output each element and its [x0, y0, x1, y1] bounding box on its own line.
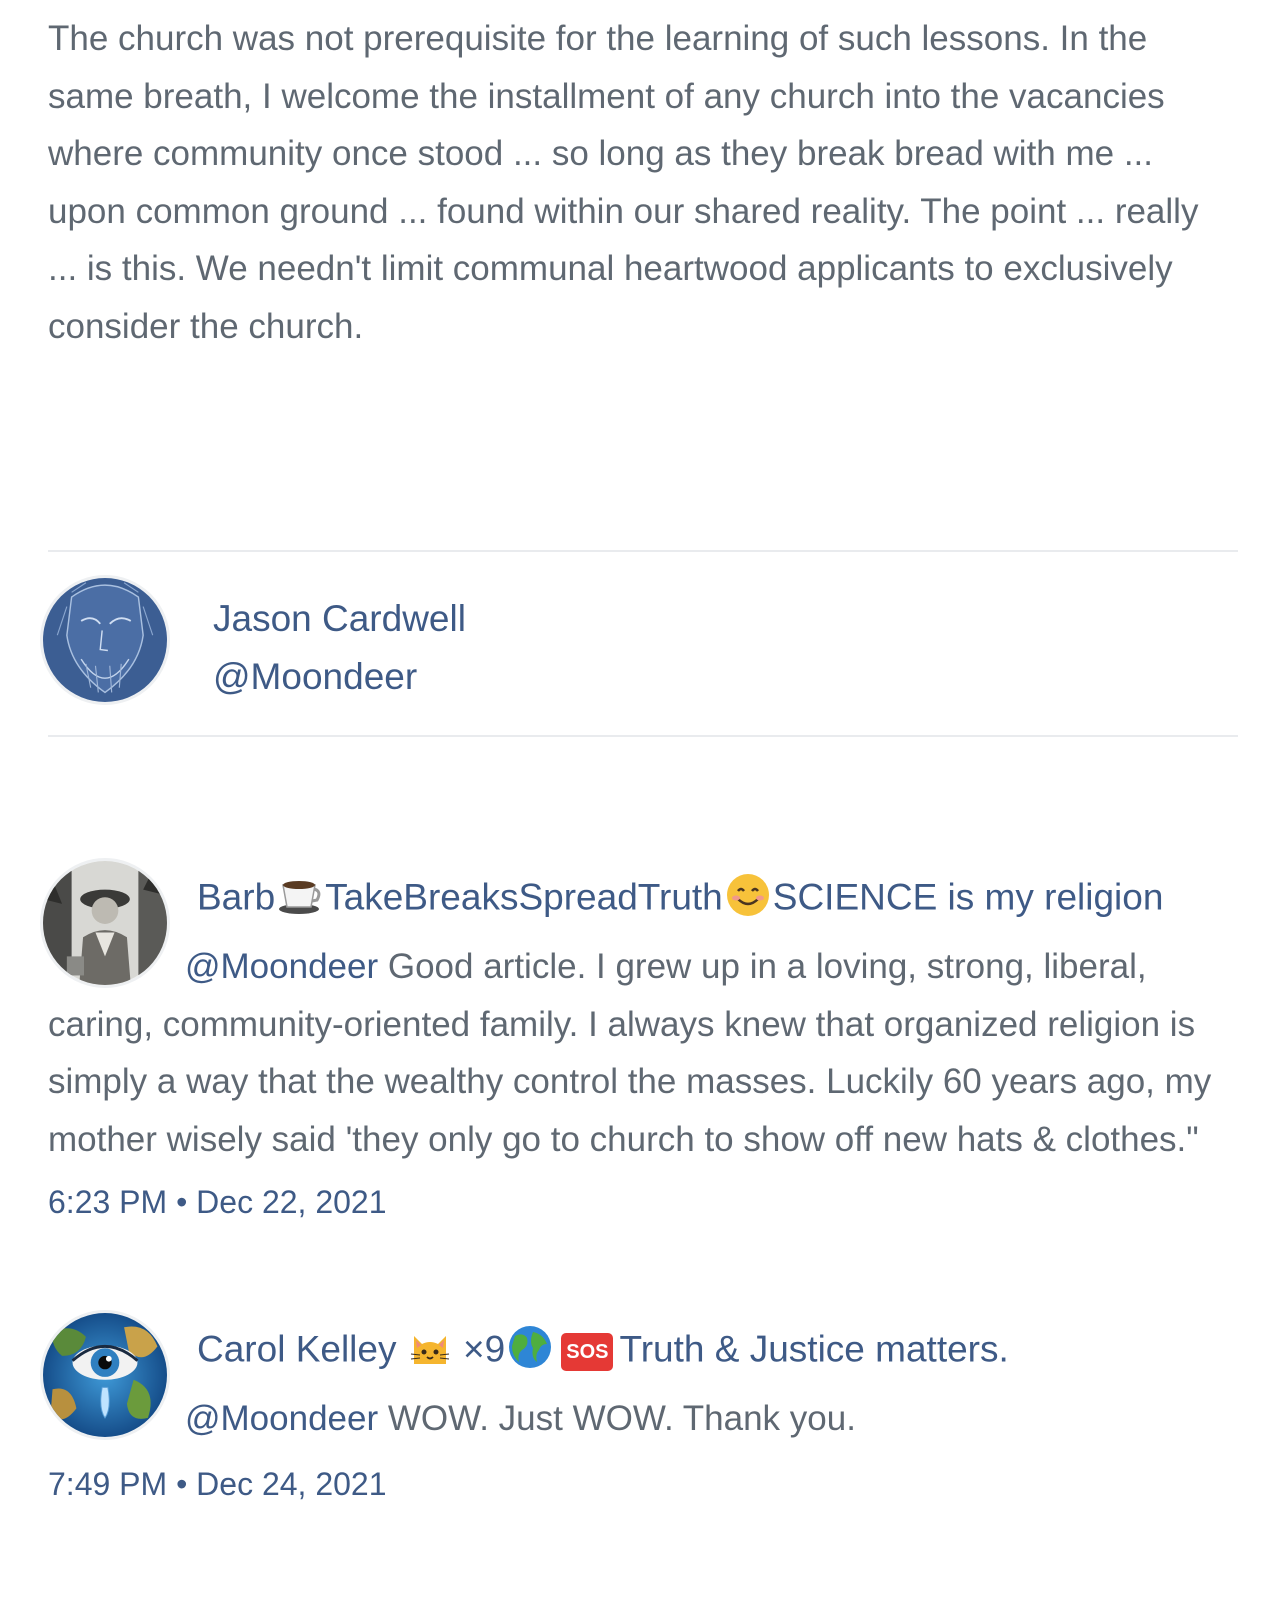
author-name[interactable]: Jason Cardwell: [213, 598, 466, 640]
comment-timestamp[interactable]: 6:23 PM • Dec 22, 2021: [48, 1184, 387, 1221]
divider: [48, 550, 1238, 552]
comment-body: @Moondeer WOW. Just WOW. Thank you.: [48, 1390, 1228, 1448]
commenter-name-part: Barb: [197, 876, 276, 918]
separator-dot: •: [176, 1184, 188, 1220]
author-card[interactable]: Jason Cardwell @Moondeer: [40, 563, 1238, 750]
comment-timestamp[interactable]: 7:49 PM • Dec 24, 2021: [48, 1466, 387, 1503]
commenter-name-part: TakeBreaksSpreadTruth: [325, 876, 723, 918]
divider: [48, 735, 1238, 737]
commenter-name[interactable]: Barb TakeBreaksSpreadTruth SCIENCE is my r…: [197, 872, 1163, 927]
commenter-name-part: Carol Kelley: [197, 1328, 397, 1370]
smiling-face-icon: [725, 872, 771, 927]
mention-link[interactable]: @Moondeer: [185, 947, 378, 986]
commenter-name-part: SCIENCE is my religion: [772, 876, 1164, 918]
sketched-face-avatar-icon: [43, 578, 167, 702]
globe-icon: [507, 1324, 553, 1379]
comment-body: @Moondeer Good article. I grew up in a l…: [48, 938, 1228, 1168]
commenter-name[interactable]: Carol Kelley ×9 SOS Truth & Justice matter…: [197, 1324, 1009, 1379]
comment-time: 6:23 PM: [48, 1184, 168, 1220]
separator-dot: •: [176, 1466, 188, 1502]
author-avatar[interactable]: [40, 575, 170, 705]
comment-date: Dec 22, 2021: [196, 1184, 387, 1220]
commenter-name-part: ×9: [463, 1328, 506, 1370]
commenter-name-part: Truth & Justice matters.: [619, 1328, 1009, 1370]
sos-icon: SOS: [561, 1332, 614, 1371]
comment-date: Dec 24, 2021: [196, 1466, 387, 1502]
article-text: The church was not prerequisite for the …: [48, 19, 1199, 346]
author-handle[interactable]: @Moondeer: [213, 656, 417, 698]
mention-link[interactable]: @Moondeer: [185, 1399, 378, 1438]
cat-face-icon: [409, 1326, 451, 1377]
coffee-cup-icon: [277, 875, 323, 924]
comment-time: 7:49 PM: [48, 1466, 168, 1502]
comment-text: WOW. Just WOW. Thank you.: [378, 1399, 856, 1438]
